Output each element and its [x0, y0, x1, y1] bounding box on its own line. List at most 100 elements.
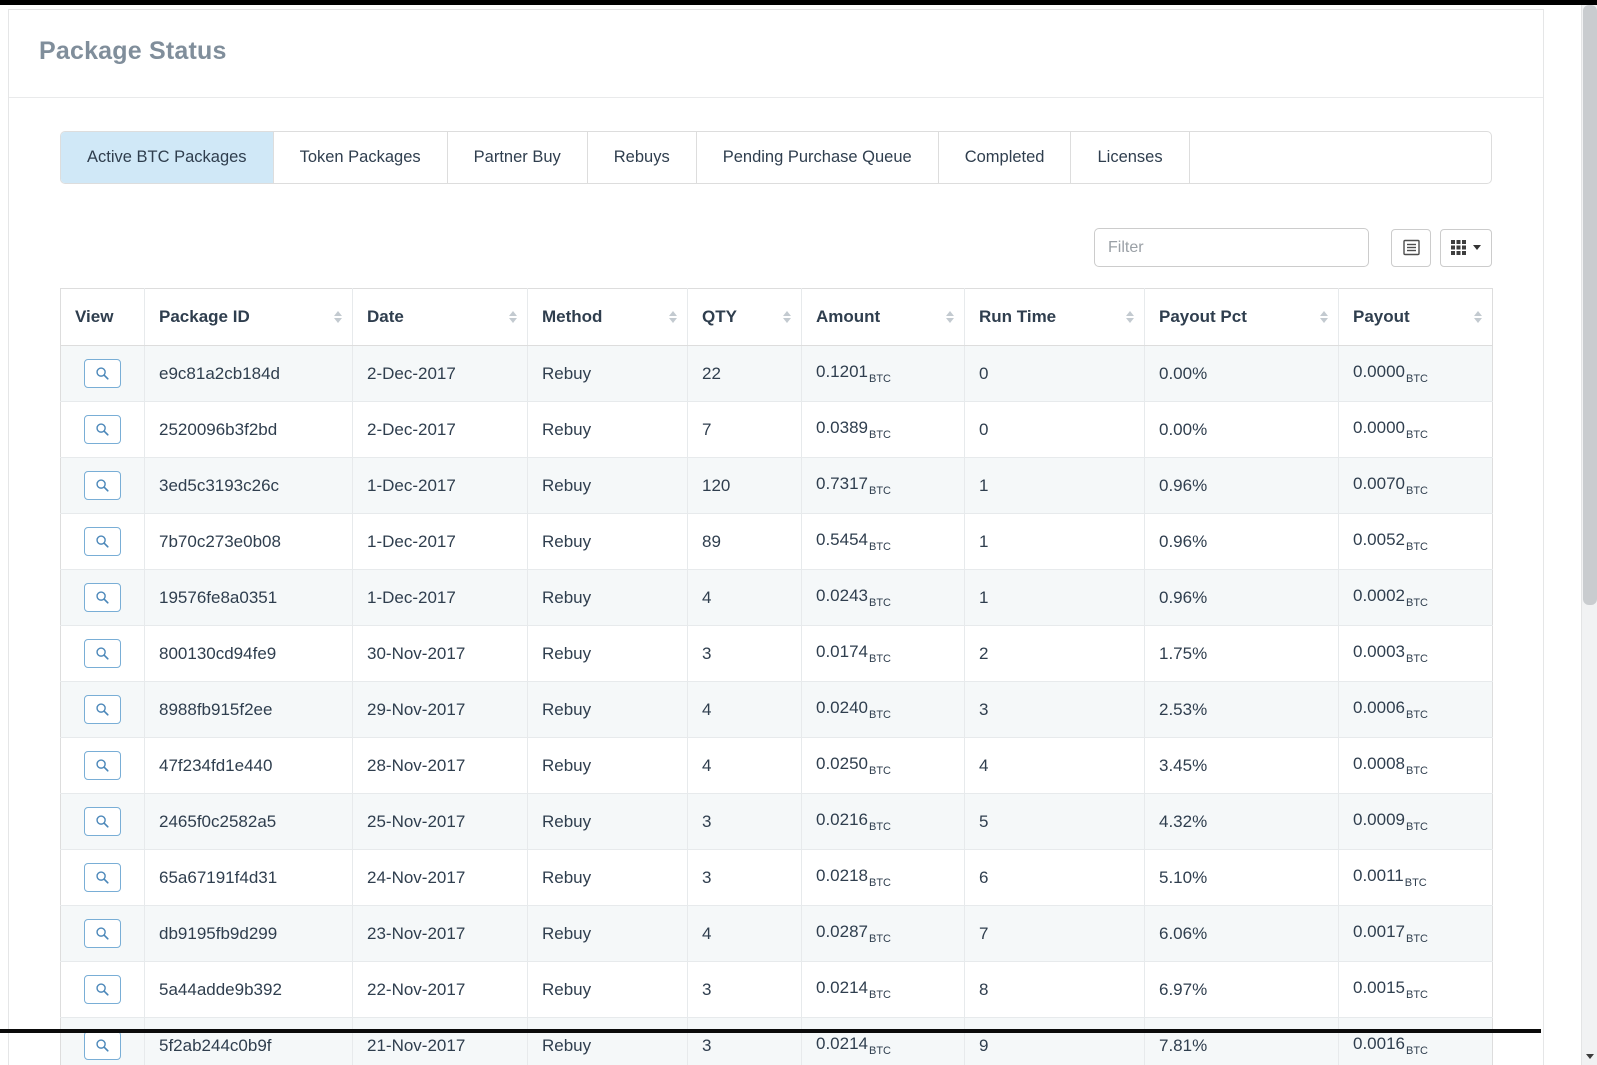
- view-button[interactable]: [84, 807, 121, 836]
- payout-pct-cell: 4.32%: [1144, 793, 1339, 850]
- sort-icon: [1320, 311, 1328, 323]
- payout-pct-cell: 2.53%: [1144, 681, 1339, 738]
- view-button[interactable]: [84, 919, 121, 948]
- sort-icon: [783, 311, 791, 323]
- column-header-run-time[interactable]: Run Time: [964, 288, 1145, 346]
- view-button[interactable]: [84, 1031, 121, 1060]
- btc-unit: BTC: [1406, 540, 1428, 553]
- view-button[interactable]: [84, 583, 121, 612]
- amount-cell: 0.0216BTC: [801, 793, 965, 850]
- payout-cell: 0.0052BTC: [1338, 513, 1493, 570]
- grid-view-button[interactable]: [1440, 228, 1492, 267]
- column-header-date[interactable]: Date: [352, 288, 528, 346]
- column-header-package-id[interactable]: Package ID: [144, 288, 353, 346]
- view-cell: [60, 961, 145, 1018]
- view-button[interactable]: [84, 751, 121, 780]
- qty-cell: 89: [687, 513, 802, 570]
- packages-table: View Package ID Date Method QTY Amount R…: [60, 288, 1493, 1065]
- column-header-amount[interactable]: Amount: [801, 288, 965, 346]
- sort-icon: [509, 311, 517, 323]
- btc-unit: BTC: [1406, 596, 1428, 609]
- tab-token-packages[interactable]: Token Packages: [274, 132, 448, 183]
- tab-active-btc-packages[interactable]: Active BTC Packages: [61, 132, 274, 183]
- column-header-view[interactable]: View: [60, 288, 145, 346]
- view-cell: [60, 513, 145, 570]
- tab-partner-buy[interactable]: Partner Buy: [448, 132, 588, 183]
- run-time-cell: 0: [964, 345, 1145, 402]
- column-header-label: Package ID: [159, 307, 250, 326]
- qty-cell: 120: [687, 457, 802, 514]
- qty-cell: 4: [687, 905, 802, 962]
- column-header-qty[interactable]: QTY: [687, 288, 802, 346]
- view-cell: [60, 457, 145, 514]
- package-id-cell: 5a44adde9b392: [144, 961, 353, 1018]
- amount-cell: 0.0287BTC: [801, 905, 965, 962]
- amount-cell: 0.0243BTC: [801, 569, 965, 626]
- run-time-cell: 2: [964, 625, 1145, 682]
- list-view-button[interactable]: [1391, 228, 1431, 267]
- method-cell: Rebuy: [527, 513, 688, 570]
- btc-unit: BTC: [1406, 652, 1428, 665]
- view-button[interactable]: [84, 695, 121, 724]
- btc-unit: BTC: [1406, 1044, 1428, 1057]
- run-time-cell: 8: [964, 961, 1145, 1018]
- tab-licenses[interactable]: Licenses: [1071, 132, 1190, 183]
- table-row: 3ed5c3193c26c 1-Dec-2017 Rebuy 120 0.731…: [60, 457, 1493, 514]
- run-time-cell: 9: [964, 1017, 1145, 1065]
- btc-unit: BTC: [869, 596, 891, 609]
- column-header-method[interactable]: Method: [527, 288, 688, 346]
- column-header-payout[interactable]: Payout: [1338, 288, 1493, 346]
- run-time-cell: 5: [964, 793, 1145, 850]
- amount-cell: 0.0214BTC: [801, 961, 965, 1018]
- tab-rebuys[interactable]: Rebuys: [588, 132, 697, 183]
- column-header-label: Date: [367, 307, 404, 326]
- view-button[interactable]: [84, 639, 121, 668]
- date-cell: 1-Dec-2017: [352, 569, 528, 626]
- table-row: 8988fb915f2ee 29-Nov-2017 Rebuy 4 0.0240…: [60, 681, 1493, 738]
- view-button[interactable]: [84, 863, 121, 892]
- run-time-cell: 4: [964, 737, 1145, 794]
- magnifier-icon: [96, 367, 109, 380]
- tab-label: Partner Buy: [473, 148, 561, 166]
- view-button[interactable]: [84, 415, 121, 444]
- payout-cell: 0.0011BTC: [1338, 849, 1493, 906]
- payout-pct-cell: 7.81%: [1144, 1017, 1339, 1065]
- table-row: 65a67191f4d31 24-Nov-2017 Rebuy 3 0.0218…: [60, 849, 1493, 906]
- amount-cell: 0.0214BTC: [801, 1017, 965, 1065]
- method-cell: Rebuy: [527, 401, 688, 458]
- payout-cell: 0.0000BTC: [1338, 401, 1493, 458]
- payout-cell: 0.0016BTC: [1338, 1017, 1493, 1065]
- view-button[interactable]: [84, 975, 121, 1004]
- package-id-cell: 2465f0c2582a5: [144, 793, 353, 850]
- scrollbar-thumb[interactable]: [1583, 5, 1597, 605]
- tab-pending-purchase-queue[interactable]: Pending Purchase Queue: [697, 132, 939, 183]
- view-cell: [60, 345, 145, 402]
- view-cell: [60, 849, 145, 906]
- column-header-label: Method: [542, 307, 603, 326]
- package-id-cell: 8988fb915f2ee: [144, 681, 353, 738]
- table-row: 800130cd94fe9 30-Nov-2017 Rebuy 3 0.0174…: [60, 625, 1493, 682]
- btc-unit: BTC: [869, 932, 891, 945]
- method-cell: Rebuy: [527, 625, 688, 682]
- table-body: e9c81a2cb184d 2-Dec-2017 Rebuy 22 0.1201…: [60, 345, 1493, 1065]
- payout-cell: 0.0008BTC: [1338, 737, 1493, 794]
- column-header-payout-pct[interactable]: Payout Pct: [1144, 288, 1339, 346]
- package-id-cell: 19576fe8a0351: [144, 569, 353, 626]
- view-button[interactable]: [84, 527, 121, 556]
- view-cell: [60, 1017, 145, 1065]
- run-time-cell: 1: [964, 569, 1145, 626]
- scrollbar-down-arrow[interactable]: [1582, 1047, 1597, 1065]
- filter-input[interactable]: [1094, 228, 1369, 267]
- package-id-cell: 47f234fd1e440: [144, 737, 353, 794]
- date-cell: 23-Nov-2017: [352, 905, 528, 962]
- view-button[interactable]: [84, 359, 121, 388]
- table-row: 5a44adde9b392 22-Nov-2017 Rebuy 3 0.0214…: [60, 961, 1493, 1018]
- btc-unit: BTC: [869, 428, 891, 441]
- viewport-bottom-edge: [0, 1029, 1541, 1033]
- tab-completed[interactable]: Completed: [939, 132, 1072, 183]
- view-button[interactable]: [84, 471, 121, 500]
- package-status-panel: Package Status Active BTC Packages Token …: [8, 9, 1544, 1065]
- magnifier-icon: [96, 983, 109, 996]
- vertical-scrollbar[interactable]: [1581, 5, 1597, 1065]
- view-cell: [60, 401, 145, 458]
